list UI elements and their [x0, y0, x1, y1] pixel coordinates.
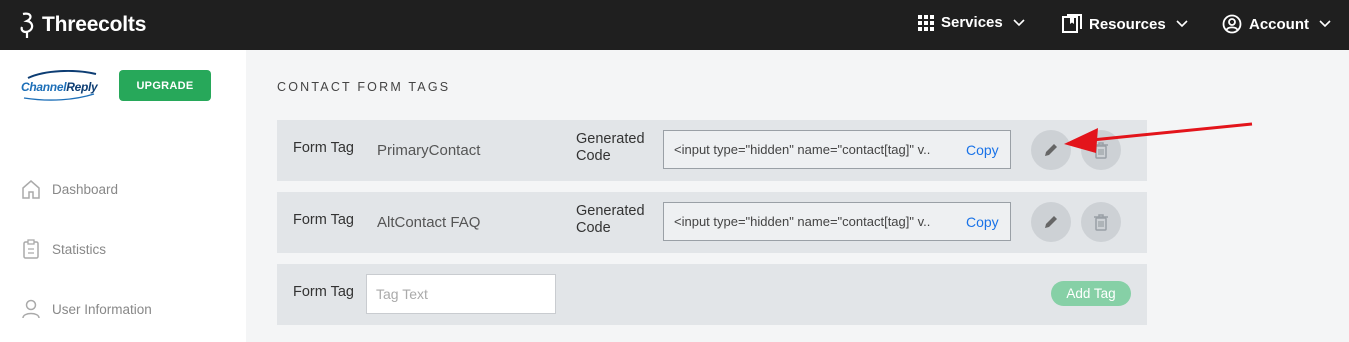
form-tag-value: PrimaryContact [377, 142, 481, 159]
nav-services-label: Services [941, 14, 1003, 31]
account-icon [1222, 14, 1242, 34]
sidebar-item-label: Dashboard [52, 181, 119, 197]
channelreply-logo-text: ChannelReply [21, 80, 98, 94]
sidebar-item-statistics[interactable]: Statistics [22, 239, 106, 259]
edit-button[interactable] [1031, 130, 1071, 170]
generated-code-label: Generated Code [576, 131, 645, 164]
logo-text-a: Channel [21, 80, 67, 94]
logo-text-b: Reply [66, 80, 98, 94]
generated-code-text: <input type="hidden" name="contact[tag]"… [674, 214, 931, 229]
generated-code-field[interactable]: <input type="hidden" name="contact[tag]"… [663, 202, 1011, 241]
chevron-down-icon [1319, 20, 1331, 28]
nav-resources[interactable]: Resources [1062, 14, 1188, 34]
form-tag-label: Form Tag [293, 284, 354, 300]
clipboard-icon [23, 239, 39, 259]
form-tag-value: AltContact FAQ [377, 214, 481, 231]
user-icon [22, 299, 40, 319]
copy-link[interactable]: Copy [966, 142, 999, 158]
copy-link[interactable]: Copy [966, 214, 999, 230]
form-tag-label: Form Tag [293, 212, 354, 228]
home-icon [22, 180, 40, 199]
threecolts-logo-icon [20, 12, 34, 38]
generated-code-text: <input type="hidden" name="contact[tag]"… [674, 142, 931, 157]
trash-icon [1094, 214, 1108, 231]
form-tag-row: Form Tag AltContact FAQ Generated Code <i… [277, 192, 1147, 253]
nav-account[interactable]: Account [1222, 14, 1331, 34]
form-tag-label: Form Tag [293, 140, 354, 156]
form-tag-row: Form Tag PrimaryContact Generated Code <i… [277, 120, 1147, 181]
delete-button[interactable] [1081, 202, 1121, 242]
book-icon [1062, 14, 1082, 33]
chevron-down-icon [1013, 18, 1025, 26]
generated-code-field[interactable]: <input type="hidden" name="contact[tag]"… [663, 130, 1011, 169]
add-tag-button[interactable]: Add Tag [1051, 281, 1131, 306]
new-form-tag-row: Form Tag Add Tag [277, 264, 1147, 325]
grid-icon [918, 14, 934, 31]
sidebar-item-label: User Information [52, 301, 152, 317]
nav-resources-label: Resources [1089, 15, 1166, 33]
pencil-icon [1045, 144, 1057, 156]
generated-code-label: Generated Code [576, 203, 645, 236]
top-navbar: Threecolts Services Resources Account [0, 0, 1349, 50]
chevron-down-icon [1176, 20, 1188, 28]
pencil-icon [1045, 216, 1057, 228]
brand-name: Threecolts [42, 13, 147, 36]
brand[interactable]: Threecolts [18, 11, 146, 39]
sidebar: ChannelReply UPGRADE Dashboard Statistic… [0, 50, 246, 342]
delete-button[interactable] [1081, 130, 1121, 170]
page-title: CONTACT FORM TAGS [277, 80, 451, 94]
edit-button[interactable] [1031, 202, 1071, 242]
upgrade-button[interactable]: UPGRADE [119, 70, 211, 101]
tag-text-input[interactable] [366, 274, 556, 314]
nav-services[interactable]: Services [918, 14, 1025, 31]
sidebar-item-user-information[interactable]: User Information [22, 299, 152, 319]
sidebar-item-dashboard[interactable]: Dashboard [22, 179, 118, 199]
sidebar-item-label: Statistics [52, 241, 107, 257]
nav-account-label: Account [1249, 15, 1309, 33]
trash-icon [1094, 142, 1108, 159]
